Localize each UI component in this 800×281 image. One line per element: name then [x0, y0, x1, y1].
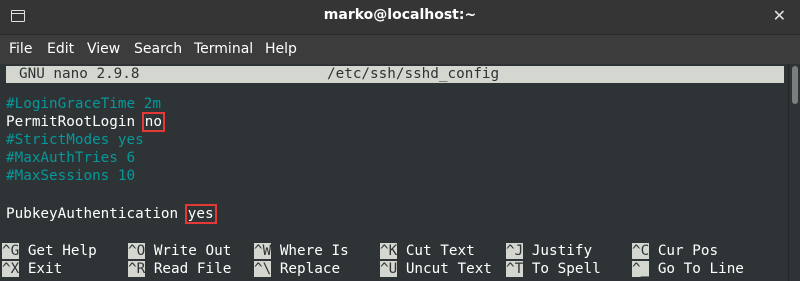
menu-view[interactable]: View	[87, 41, 120, 57]
shortcut-item: ^G Get Help	[2, 243, 97, 259]
menu-bar: File Edit View Search Terminal Help	[0, 34, 800, 64]
shortcut-item: ^\ Replace	[254, 261, 341, 277]
highlighted-value: yes	[184, 204, 217, 224]
nano-version: GNU nano 2.9.8	[19, 66, 140, 82]
config-key: PubkeyAuthentication	[6, 206, 187, 222]
shortcut-item: ^_ Go To Line	[632, 261, 744, 277]
menu-help[interactable]: Help	[265, 41, 297, 57]
config-line: PermitRootLogin no	[6, 112, 165, 132]
nano-filename: /etc/ssh/sshd_config	[327, 66, 500, 82]
highlighted-value: no	[141, 112, 165, 132]
shortcut-item: ^J Justify	[506, 243, 593, 259]
shortcut-item: ^W Where Is	[254, 243, 349, 259]
config-line: #LoginGraceTime 2m	[6, 96, 161, 112]
menu-edit[interactable]: Edit	[47, 41, 74, 57]
shortcut-item: ^O Write Out	[128, 243, 232, 259]
config-line: #StrictModes yes	[6, 132, 144, 148]
config-key: PermitRootLogin	[6, 114, 144, 130]
terminal-content[interactable]: GNU nano 2.9.8 /etc/ssh/sshd_config #Log…	[0, 64, 788, 281]
shortcut-item: ^U Uncut Text	[380, 261, 492, 277]
scrollbar-thumb[interactable]	[792, 66, 798, 104]
terminal-scrollbar[interactable]	[788, 64, 800, 281]
menu-file[interactable]: File	[9, 41, 32, 57]
shortcut-item: ^T To Spell	[506, 261, 601, 277]
shortcut-item: ^R Read File	[128, 261, 232, 277]
config-line: #MaxAuthTries 6	[6, 150, 136, 166]
config-line: PubkeyAuthentication yes	[6, 204, 217, 224]
shortcut-item: ^C Cur Pos	[632, 243, 719, 259]
shortcut-item: ^X Exit	[2, 261, 63, 277]
close-icon[interactable]: ✕	[773, 6, 786, 25]
nano-header-bar: GNU nano 2.9.8 /etc/ssh/sshd_config	[6, 66, 784, 83]
window-title: marko@localhost:~	[323, 7, 477, 23]
window-titlebar[interactable]: marko@localhost:~ ✕	[0, 0, 800, 34]
shortcut-item: ^K Cut Text	[380, 243, 475, 259]
config-line: #MaxSessions 10	[6, 168, 136, 184]
menu-terminal[interactable]: Terminal	[194, 41, 253, 57]
menu-search[interactable]: Search	[134, 41, 182, 57]
